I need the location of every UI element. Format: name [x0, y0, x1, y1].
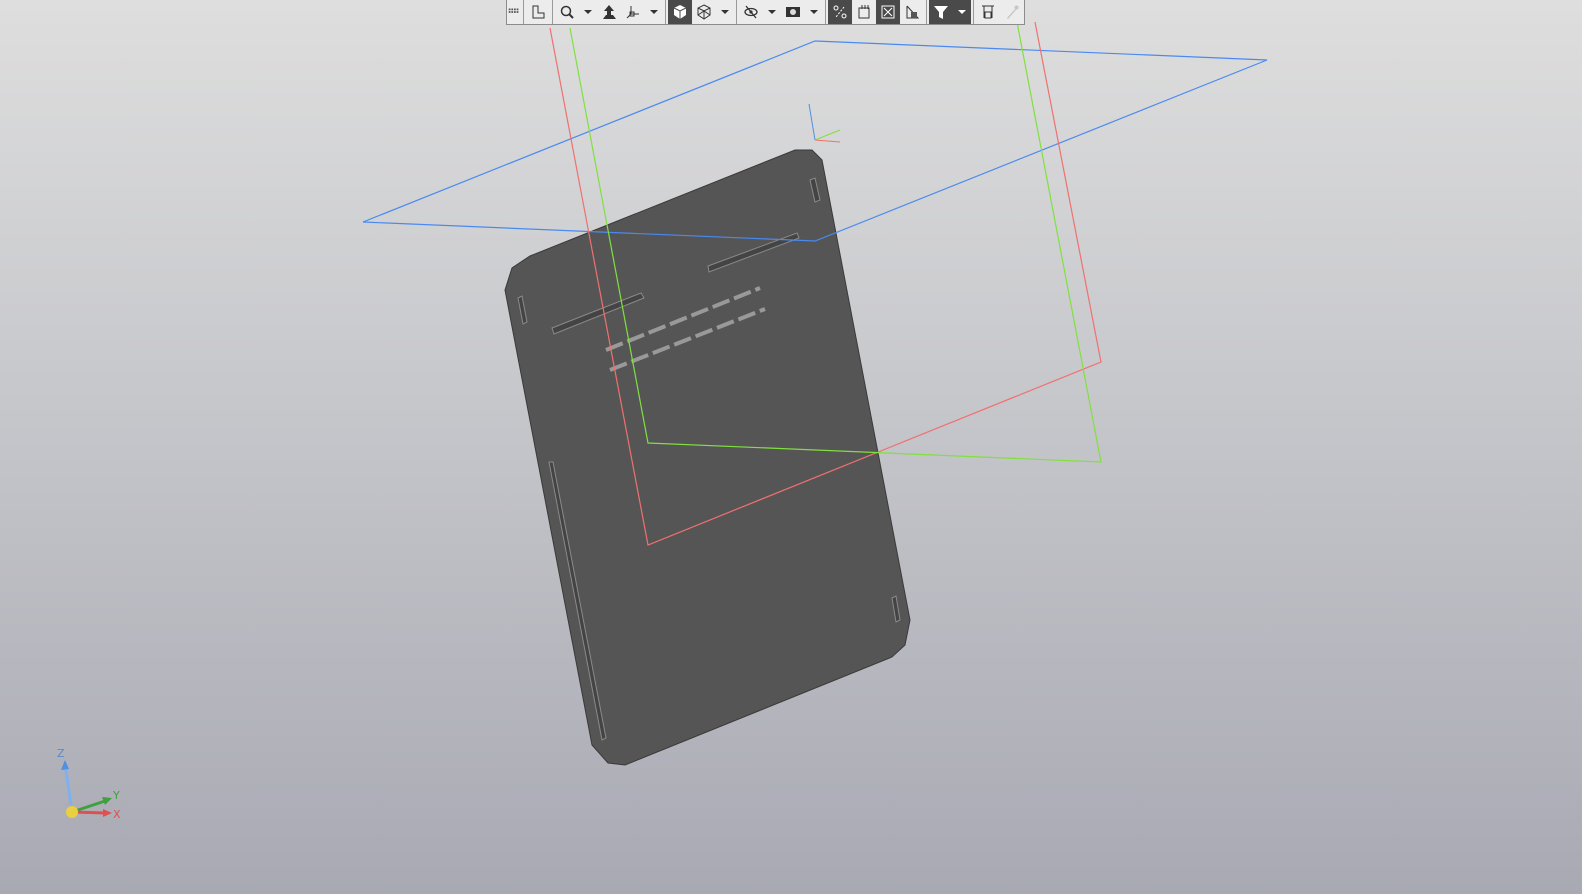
filter-icon[interactable]	[929, 0, 953, 24]
view-toolbar	[506, 0, 1025, 25]
triad-icon[interactable]	[621, 0, 645, 24]
orientation-icon[interactable]	[597, 0, 621, 24]
eyedropper-icon	[1000, 0, 1024, 24]
z-axis-label: Z	[57, 747, 65, 760]
axis-triad: Z Y X	[57, 747, 121, 821]
properties-icon[interactable]	[976, 0, 1000, 24]
wireframe-view-icon[interactable]	[692, 0, 716, 24]
view-mode-chevron-down-icon[interactable]	[716, 0, 734, 24]
local-coordinate-system-icon[interactable]	[526, 0, 550, 24]
camera-icon[interactable]	[781, 0, 805, 24]
constraints-icon[interactable]	[828, 0, 852, 24]
part-plate[interactable]	[504, 149, 911, 766]
x-axis-label: X	[113, 808, 121, 821]
y-axis-label: Y	[112, 789, 120, 802]
hide-icon[interactable]	[739, 0, 763, 24]
filter-chevron-down-icon[interactable]	[953, 0, 971, 24]
measure-icon[interactable]	[900, 0, 924, 24]
camera-chevron-down-icon[interactable]	[805, 0, 823, 24]
zoom-dropdown-chevron-down-icon[interactable]	[579, 0, 597, 24]
zoom-region-icon[interactable]	[555, 0, 579, 24]
sketch-icon[interactable]	[852, 0, 876, 24]
origin-triad	[808, 103, 841, 143]
triad-dropdown-chevron-down-icon[interactable]	[645, 0, 663, 24]
shaded-view-icon[interactable]	[668, 0, 692, 24]
3d-viewport[interactable]	[0, 0, 1582, 894]
section-icon[interactable]	[876, 0, 900, 24]
hide-chevron-down-icon[interactable]	[763, 0, 781, 24]
grip-icon[interactable]	[507, 0, 521, 24]
